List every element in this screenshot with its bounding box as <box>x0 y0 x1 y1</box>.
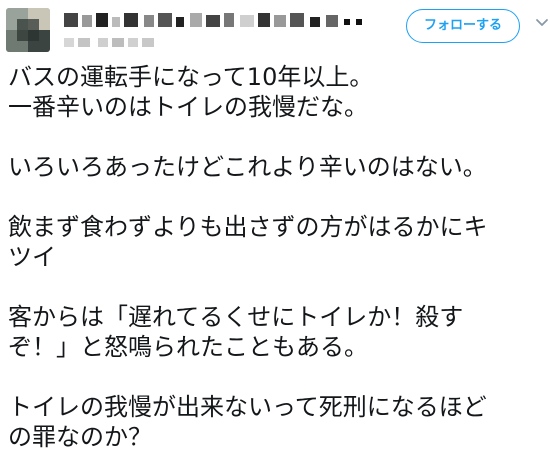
follow-button[interactable]: フォローする <box>406 9 520 43</box>
tweet-line: 飲まず食わずよりも出さずの方がはるかにキ <box>8 213 488 241</box>
tweet-line: ツイ <box>8 243 56 271</box>
tweet-line: 客からは「遅れてるくせにトイレか！殺す <box>8 303 464 331</box>
username-blurred[interactable] <box>64 36 164 48</box>
avatar[interactable] <box>6 8 50 52</box>
tweet-line: 一番辛いのはトイレの我慢だな。 <box>8 93 368 121</box>
chevron-down-icon[interactable] <box>534 14 550 30</box>
tweet-paragraph: 飲まず食わずよりも出さずの方がはるかにキ ツイ <box>8 212 548 272</box>
tweet-line: の罪なのか？ <box>8 423 152 451</box>
tweet-line: ぞ！」と怒鳴られたこともある。 <box>8 333 368 361</box>
display-name-blurred[interactable] <box>64 11 364 29</box>
tweet-paragraph: 客からは「遅れてるくせにトイレか！殺す ぞ！」と怒鳴られたこともある。 <box>8 302 548 362</box>
tweet-paragraph: バスの運転手になって10年以上。 一番辛いのはトイレの我慢だな。 <box>8 62 548 122</box>
tweet-paragraph: トイレの我慢が出来ないって死刑になるほど の罪なのか？ <box>8 392 548 452</box>
tweet-paragraph: いろいろあったけどこれより辛いのはない。 <box>8 152 548 182</box>
tweet-text: バスの運転手になって10年以上。 一番辛いのはトイレの我慢だな。 いろいろあった… <box>8 62 548 452</box>
tweet: フォローする バスの運転手になって10年以上。 一番辛いのはトイレの我慢だな。 … <box>0 0 550 476</box>
tweet-line: トイレの我慢が出来ないって死刑になるほど <box>8 393 487 421</box>
tweet-line: いろいろあったけどこれより辛いのはない。 <box>8 153 487 181</box>
tweet-line: バスの運転手になって10年以上。 <box>8 63 374 91</box>
tweet-header: フォローする <box>0 0 550 56</box>
